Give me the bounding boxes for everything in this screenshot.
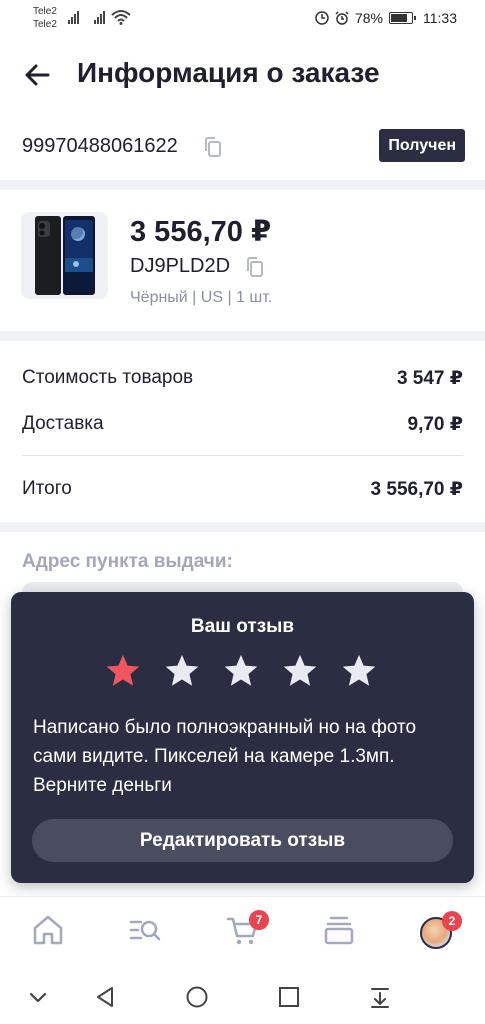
recents-square-icon[interactable] bbox=[276, 984, 302, 1010]
chevron-down-icon[interactable] bbox=[25, 984, 51, 1010]
product-variant: Чёрный | US | 1 шт. bbox=[130, 289, 273, 306]
delivery-label: Доставка bbox=[22, 413, 104, 434]
copy-order-number-icon[interactable] bbox=[202, 136, 224, 158]
product-card[interactable]: 3 556,70 ₽ DJ9PLD2D Чёрный | US | 1 шт. bbox=[0, 190, 485, 330]
status-bar: Tele2 Tele2 78% 11:33 bbox=[0, 0, 485, 38]
arrow-left-icon[interactable] bbox=[22, 60, 54, 90]
delivery-row: Доставка 9,70 ₽ bbox=[22, 413, 463, 435]
star-icon[interactable] bbox=[340, 652, 378, 690]
product-price: 3 556,70 ₽ bbox=[130, 216, 272, 248]
order-number: 99970488061622 bbox=[22, 135, 178, 157]
star-icon[interactable] bbox=[222, 652, 260, 690]
home-icon[interactable] bbox=[31, 913, 65, 947]
back-triangle-icon[interactable] bbox=[92, 984, 118, 1010]
data-saver-icon bbox=[315, 11, 329, 25]
battery-percent: 78% bbox=[354, 10, 383, 26]
total-row: Итого 3 556,70 ₽ bbox=[22, 478, 463, 500]
wifi-icon bbox=[111, 10, 131, 25]
copy-sku-icon[interactable] bbox=[244, 256, 266, 278]
carrier-2: Tele2 bbox=[33, 19, 57, 30]
system-navigation-bar bbox=[0, 968, 485, 1024]
pickup-address-label: Адрес пункта выдачи: bbox=[22, 551, 233, 572]
review-text: Написано было полноэкранный но на фото с… bbox=[33, 717, 417, 796]
notification-pull-icon[interactable] bbox=[367, 984, 393, 1010]
home-circle-icon[interactable] bbox=[184, 984, 210, 1010]
review-title: Ваш отзыв bbox=[190, 616, 295, 637]
carrier-1: Tele2 bbox=[33, 6, 57, 17]
signal-1-icon bbox=[68, 11, 79, 24]
app-header: Информация о заказе bbox=[0, 50, 485, 100]
rating-stars[interactable] bbox=[104, 652, 378, 690]
order-number-row: 99970488061622 Получен bbox=[0, 125, 485, 169]
star-icon[interactable] bbox=[163, 652, 201, 690]
carrier-names: Tele2 Tele2 bbox=[33, 5, 57, 31]
catalog-search-icon[interactable] bbox=[128, 913, 162, 947]
review-card: Ваш отзыв Написано было полноэкранный но… bbox=[11, 592, 474, 883]
product-image[interactable] bbox=[21, 212, 108, 299]
section-divider bbox=[0, 331, 485, 341]
edit-review-button[interactable]: Редактировать отзыв bbox=[32, 819, 453, 862]
total-label: Итого bbox=[22, 478, 72, 499]
orders-icon[interactable] bbox=[322, 913, 356, 947]
section-divider bbox=[0, 522, 485, 532]
goods-cost-value: 3 547 ₽ bbox=[396, 368, 463, 389]
cart-badge: 7 bbox=[249, 910, 269, 930]
signal-2-icon bbox=[94, 11, 105, 24]
star-icon[interactable] bbox=[104, 652, 142, 690]
order-status-badge: Получен bbox=[379, 129, 465, 162]
delivery-value: 9,70 ₽ bbox=[407, 414, 463, 435]
totals-divider bbox=[22, 455, 463, 456]
alarm-icon bbox=[335, 11, 349, 25]
page-title: Информация о заказе bbox=[77, 57, 380, 88]
status-right: 78% 11:33 bbox=[315, 10, 457, 26]
section-divider bbox=[0, 180, 485, 190]
battery-level bbox=[391, 14, 407, 22]
star-icon[interactable] bbox=[281, 652, 319, 690]
clock: 11:33 bbox=[423, 10, 457, 26]
profile-badge: 2 bbox=[442, 911, 462, 931]
total-value: 3 556,70 ₽ bbox=[370, 479, 463, 500]
phone-image bbox=[35, 216, 95, 295]
bottom-navigation: 7 2 bbox=[0, 896, 485, 968]
battery-icon bbox=[389, 12, 416, 24]
product-sku: DJ9PLD2D bbox=[130, 255, 231, 277]
goods-cost-label: Стоимость товаров bbox=[22, 367, 194, 388]
goods-cost-row: Стоимость товаров 3 547 ₽ bbox=[22, 367, 463, 389]
